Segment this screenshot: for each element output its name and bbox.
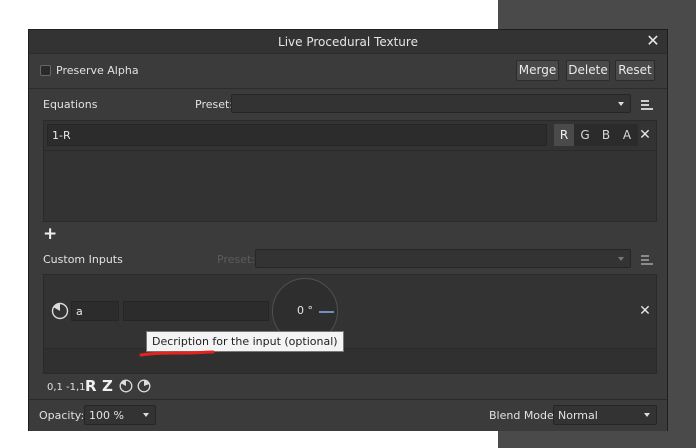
- custom-inputs-preset-label: Preset:: [217, 253, 256, 266]
- equations-preset-label: Preset:: [195, 98, 234, 111]
- reset-button[interactable]: Reset: [615, 60, 655, 81]
- input-footer-strip: [44, 348, 656, 373]
- channel-g-button[interactable]: G: [575, 124, 595, 146]
- chevron-down-icon: [618, 102, 624, 106]
- custom-inputs-header: Custom Inputs Preset:: [29, 244, 667, 274]
- blend-mode-dropdown[interactable]: Normal: [553, 405, 657, 425]
- channel-selector: R G B A: [554, 124, 638, 146]
- channel-b-button[interactable]: B: [596, 124, 616, 146]
- add-equation-icon[interactable]: +: [43, 226, 57, 243]
- opacity-value: 100 %: [89, 409, 124, 422]
- angle-input-icon: [51, 302, 69, 320]
- input-description-field[interactable]: [123, 301, 269, 321]
- add-unit-range-input-button[interactable]: 0,1: [47, 382, 63, 393]
- custom-inputs-label: Custom Inputs: [43, 253, 123, 266]
- preserve-alpha-label: Preserve Alpha: [56, 64, 139, 77]
- equations-preset-dropdown[interactable]: [231, 94, 631, 113]
- add-rotation-input-icon[interactable]: [137, 379, 151, 393]
- chevron-down-icon: [143, 413, 149, 417]
- add-z-input-button[interactable]: Z: [102, 377, 113, 395]
- channel-a-button[interactable]: A: [617, 124, 637, 146]
- remove-equation-icon[interactable]: ✕: [636, 126, 654, 144]
- input-name-field[interactable]: a: [71, 301, 119, 321]
- channel-r-button[interactable]: R: [554, 124, 574, 146]
- opacity-label: Opacity:: [39, 409, 85, 422]
- chevron-down-icon: [644, 413, 650, 417]
- equations-panel: 1-R R G B A ✕: [43, 120, 657, 222]
- top-toolbar: Preserve Alpha Merge Delete Reset: [29, 55, 667, 89]
- custom-inputs-panel: a 0 ° ✕: [43, 274, 657, 374]
- add-angle-input-icon[interactable]: [119, 379, 133, 393]
- custom-inputs-preset-dropdown[interactable]: [255, 249, 631, 268]
- blend-mode-label: Blend Mode:: [489, 409, 558, 422]
- equations-menu-icon[interactable]: [641, 100, 653, 110]
- equations-label: Equations: [43, 98, 98, 111]
- delete-button[interactable]: Delete: [566, 60, 610, 81]
- close-icon[interactable]: ✕: [644, 32, 662, 50]
- merge-button[interactable]: Merge: [516, 60, 559, 81]
- dialog-title: Live Procedural Texture: [278, 35, 418, 49]
- chevron-down-icon: [618, 257, 624, 261]
- equation-field[interactable]: 1-R: [47, 124, 547, 146]
- add-signed-range-input-button[interactable]: -1,1: [66, 382, 86, 393]
- add-random-input-button[interactable]: R: [85, 377, 97, 395]
- remove-input-icon[interactable]: ✕: [636, 302, 654, 320]
- equations-header: Equations Preset:: [29, 90, 667, 120]
- divider: [44, 150, 656, 151]
- red-underline-annotation: [139, 350, 215, 357]
- live-procedural-texture-dialog: Live Procedural Texture ✕ Preserve Alpha…: [28, 29, 668, 431]
- custom-inputs-menu-icon[interactable]: [641, 255, 653, 265]
- opacity-dropdown[interactable]: 100 %: [84, 405, 156, 425]
- preserve-alpha-checkbox[interactable]: [40, 65, 51, 76]
- dialog-titlebar: Live Procedural Texture ✕: [29, 30, 667, 54]
- angle-indicator: [319, 311, 334, 313]
- dialog-footer: Opacity: 100 % Blend Mode: Normal: [29, 399, 667, 431]
- blend-mode-value: Normal: [558, 409, 598, 422]
